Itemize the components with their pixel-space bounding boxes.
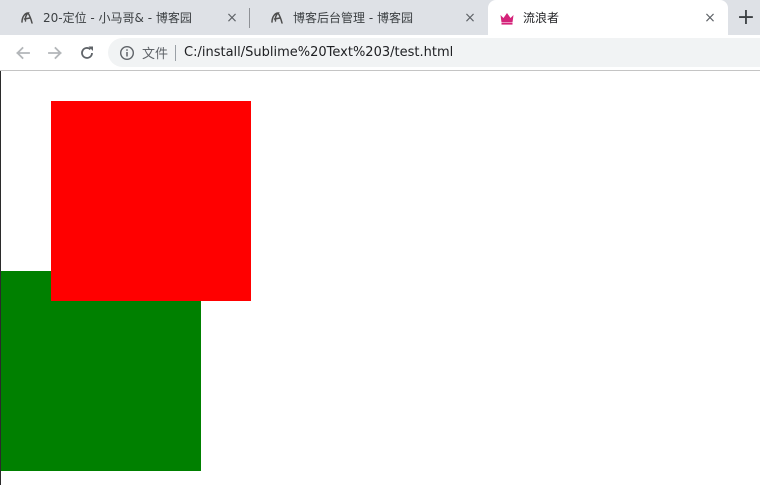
close-icon[interactable]: × — [702, 10, 718, 26]
window-left-edge — [0, 71, 1, 485]
new-tab-button[interactable]: + — [735, 7, 757, 29]
tab-title: 20-定位 - 小马哥& - 博客园 — [43, 11, 192, 25]
tab-strip: 20-定位 - 小马哥& - 博客园 × 博客后台管理 - 博客园 × 流浪者 … — [0, 0, 760, 35]
tab-title: 流浪者 — [523, 11, 560, 25]
browser-window: 20-定位 - 小马哥& - 博客园 × 博客后台管理 - 博客园 × 流浪者 … — [0, 0, 760, 485]
back-arrow-icon — [16, 46, 30, 60]
tab-cnblogs-admin[interactable]: 博客后台管理 - 博客园 × — [250, 0, 488, 35]
info-icon[interactable] — [119, 45, 135, 61]
close-icon[interactable]: × — [224, 10, 240, 26]
page-content — [0, 71, 760, 485]
crown-icon — [499, 10, 515, 26]
address-bar[interactable]: 文件 C:/install/Sublime%20Text%203/test.ht… — [108, 38, 760, 67]
red-box — [51, 101, 251, 301]
reload-icon — [81, 46, 93, 59]
cnblogs-icon — [19, 10, 35, 26]
omnibox-divider — [175, 44, 177, 61]
back-button[interactable] — [10, 40, 36, 66]
close-icon[interactable]: × — [462, 10, 478, 26]
url-text[interactable]: C:/install/Sublime%20Text%203/test.html — [184, 45, 453, 60]
cnblogs-icon — [269, 10, 285, 26]
tab-title: 博客后台管理 - 博客园 — [293, 11, 413, 25]
forward-button[interactable] — [42, 40, 68, 66]
tab-cnblogs-positioning[interactable]: 20-定位 - 小马哥& - 博客园 × — [0, 0, 250, 35]
reload-button[interactable] — [74, 40, 100, 66]
scheme-label: 文件 — [142, 47, 169, 62]
green-box — [0, 271, 201, 471]
toolbar: 文件 C:/install/Sublime%20Text%203/test.ht… — [0, 35, 760, 70]
forward-arrow-icon — [48, 46, 62, 60]
tab-active-wanderer[interactable]: 流浪者 × — [488, 0, 728, 35]
